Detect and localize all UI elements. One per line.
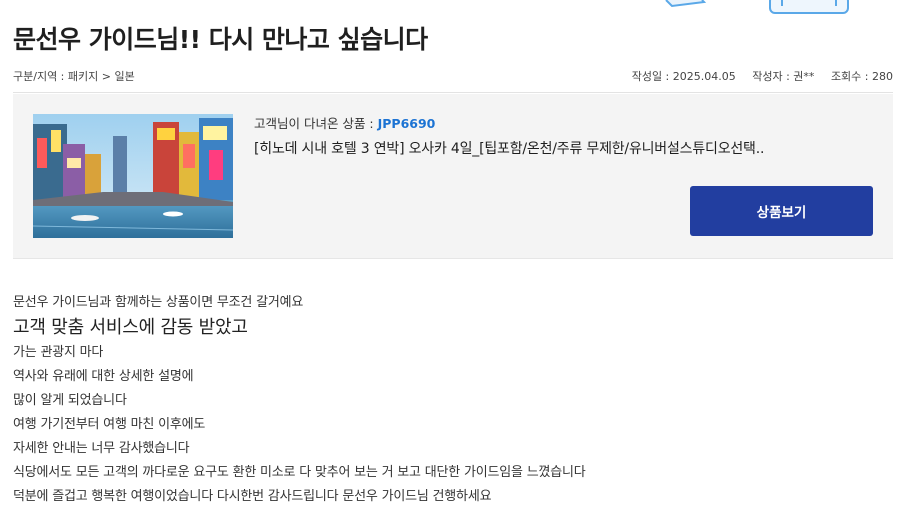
review-line: 여행 가기전부터 여행 마친 이후에도	[13, 417, 206, 432]
review-line: 식당에서도 모든 고객의 까다로운 요구도 환한 미소로 다 맞추어 보는 거 …	[13, 465, 586, 480]
review-line: 가는 관광지 마다	[13, 345, 104, 360]
post-meta: 구분/지역 : 패키지 > 일본 작성일 : 2025.04.05 작성자 : …	[13, 68, 893, 84]
review-line: 자세한 안내는 너무 감사했습니다	[13, 441, 190, 456]
review-line: 덕분에 즐겁고 행복한 여행이었습니다 다시한번 감사드립니다 문선우 가이드님…	[13, 489, 492, 504]
post-author: 작성자 : 권**	[752, 70, 815, 83]
product-card: 고객님이 다녀온 상품 : JPP6690 [히노데 시내 호텔 3 연박] 오…	[13, 94, 893, 259]
review-body: 문선우 가이드님과 함께하는 상품이면 무조건 갈거예요고객 맞춤 서비스에 감…	[13, 291, 893, 509]
post-date: 작성일 : 2025.04.05	[631, 70, 736, 83]
post-info: 작성일 : 2025.04.05 작성자 : 권** 조회수 : 280	[619, 68, 893, 84]
view-product-button[interactable]: 상품보기	[690, 186, 873, 236]
visited-prefix: 고객님이 다녀온 상품 :	[254, 116, 378, 131]
review-line: 고객 맞춤 서비스에 감동 받았고	[13, 317, 248, 338]
divider	[13, 92, 893, 93]
review-line: 문선우 가이드님과 함께하는 상품이면 무조건 갈거예요	[13, 295, 304, 310]
visited-product-label: 고객님이 다녀온 상품 : JPP6690	[254, 113, 435, 132]
post-views: 조회수 : 280	[830, 70, 893, 83]
product-thumbnail[interactable]	[33, 114, 233, 238]
review-line: 역사와 유래에 대한 상세한 설명에	[13, 369, 194, 384]
product-code[interactable]: JPP6690	[378, 116, 436, 131]
product-name-link[interactable]: [히노데 시내 호텔 3 연박] 오사카 4일_[팁포함/온천/주류 무제한/유…	[254, 138, 854, 158]
category-breadcrumb: 구분/지역 : 패키지 > 일본	[13, 70, 135, 83]
header-illustration	[660, 0, 860, 16]
page-title: 문선우 가이드님!! 다시 만나고 싶습니다	[13, 25, 428, 54]
review-line: 많이 알게 되었습니다	[13, 393, 127, 408]
